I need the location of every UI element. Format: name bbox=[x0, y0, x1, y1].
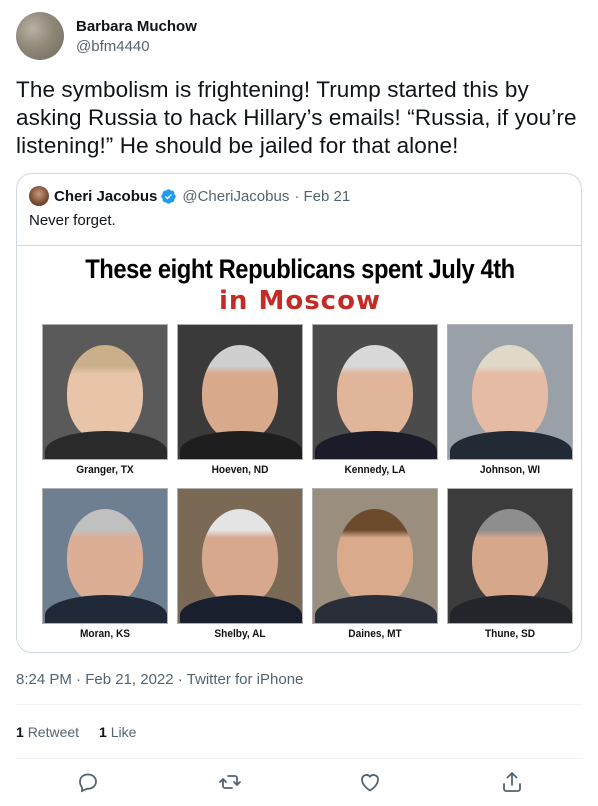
portrait-suit bbox=[45, 431, 167, 459]
avatar[interactable] bbox=[16, 12, 64, 60]
like-count[interactable]: 1 Like bbox=[99, 724, 136, 740]
tweet-timestamp[interactable]: 8:24 PM · Feb 21, 2022 · Twitter for iPh… bbox=[16, 671, 303, 688]
portrait-face bbox=[472, 345, 548, 441]
portrait-face bbox=[202, 345, 278, 441]
portrait-photo bbox=[447, 324, 573, 460]
portrait-suit bbox=[450, 431, 572, 459]
quoted-date[interactable]: · Feb 21 bbox=[294, 188, 350, 205]
portrait-caption: Shelby, AL bbox=[214, 628, 266, 640]
tweet-text: The symbolism is frightening! Trump star… bbox=[16, 77, 577, 158]
portrait-caption: Granger, TX bbox=[76, 464, 134, 476]
portrait-suit bbox=[45, 595, 167, 623]
portrait-face bbox=[337, 509, 413, 605]
like-icon[interactable] bbox=[358, 770, 382, 794]
author-name[interactable]: Barbara Muchow bbox=[76, 17, 197, 37]
tweet-header: Barbara Muchow @bfm4440 bbox=[16, 12, 197, 60]
divider bbox=[16, 704, 582, 705]
quoted-author-handle[interactable]: @CheriJacobus bbox=[182, 188, 289, 205]
portrait-photo bbox=[312, 324, 438, 460]
portrait-photo bbox=[42, 488, 168, 624]
portrait-cell: Kennedy, LA bbox=[312, 324, 438, 479]
reply-icon[interactable] bbox=[76, 770, 100, 794]
verified-badge-icon bbox=[161, 188, 177, 204]
engagement-stats: 1 Retweet 1 Like bbox=[16, 724, 156, 740]
portrait-cell: Thune, SD bbox=[447, 488, 573, 643]
portrait-caption: Daines, MT bbox=[348, 628, 402, 640]
portrait-photo bbox=[177, 488, 303, 624]
portrait-face bbox=[337, 345, 413, 441]
quoted-avatar[interactable] bbox=[29, 186, 49, 206]
quoted-tweet[interactable]: Cheri Jacobus @CheriJacobus · Feb 21 Nev… bbox=[16, 173, 582, 653]
author-handle[interactable]: @bfm4440 bbox=[76, 37, 197, 57]
retweet-count[interactable]: 1 Retweet bbox=[16, 724, 79, 740]
portrait-face bbox=[67, 345, 143, 441]
portrait-cell: Johnson, WI bbox=[447, 324, 573, 479]
portrait-caption: Moran, KS bbox=[79, 628, 131, 640]
portrait-face bbox=[67, 509, 143, 605]
quoted-author-name[interactable]: Cheri Jacobus bbox=[54, 188, 157, 205]
portrait-suit bbox=[180, 431, 302, 459]
portrait-cell: Daines, MT bbox=[312, 488, 438, 643]
portrait-cell: Hoeven, ND bbox=[177, 324, 303, 479]
quoted-image[interactable]: These eight Republicans spent July 4th i… bbox=[17, 245, 581, 652]
portrait-suit bbox=[315, 431, 437, 459]
portrait-photo bbox=[312, 488, 438, 624]
portrait-photo bbox=[447, 488, 573, 624]
retweet-icon[interactable] bbox=[218, 770, 242, 794]
quoted-text: Never forget. bbox=[29, 212, 116, 229]
portrait-suit bbox=[180, 595, 302, 623]
portrait-suit bbox=[315, 595, 437, 623]
share-icon[interactable] bbox=[500, 770, 524, 794]
portrait-caption: Johnson, WI bbox=[479, 464, 541, 476]
portrait-face bbox=[472, 509, 548, 605]
portrait-photo bbox=[42, 324, 168, 460]
portrait-cell: Shelby, AL bbox=[177, 488, 303, 643]
portrait-cell: Moran, KS bbox=[42, 488, 168, 643]
image-subtitle: in Moscow bbox=[219, 286, 381, 316]
portrait-caption: Thune, SD bbox=[484, 628, 536, 640]
portrait-face bbox=[202, 509, 278, 605]
action-bar bbox=[0, 770, 598, 794]
portrait-caption: Kennedy, LA bbox=[344, 464, 406, 476]
portrait-suit bbox=[450, 595, 572, 623]
divider bbox=[16, 758, 582, 759]
portrait-caption: Hoeven, ND bbox=[211, 464, 269, 476]
image-title: These eight Republicans spent July 4th bbox=[85, 254, 515, 284]
portrait-photo bbox=[177, 324, 303, 460]
portrait-cell: Granger, TX bbox=[42, 324, 168, 479]
